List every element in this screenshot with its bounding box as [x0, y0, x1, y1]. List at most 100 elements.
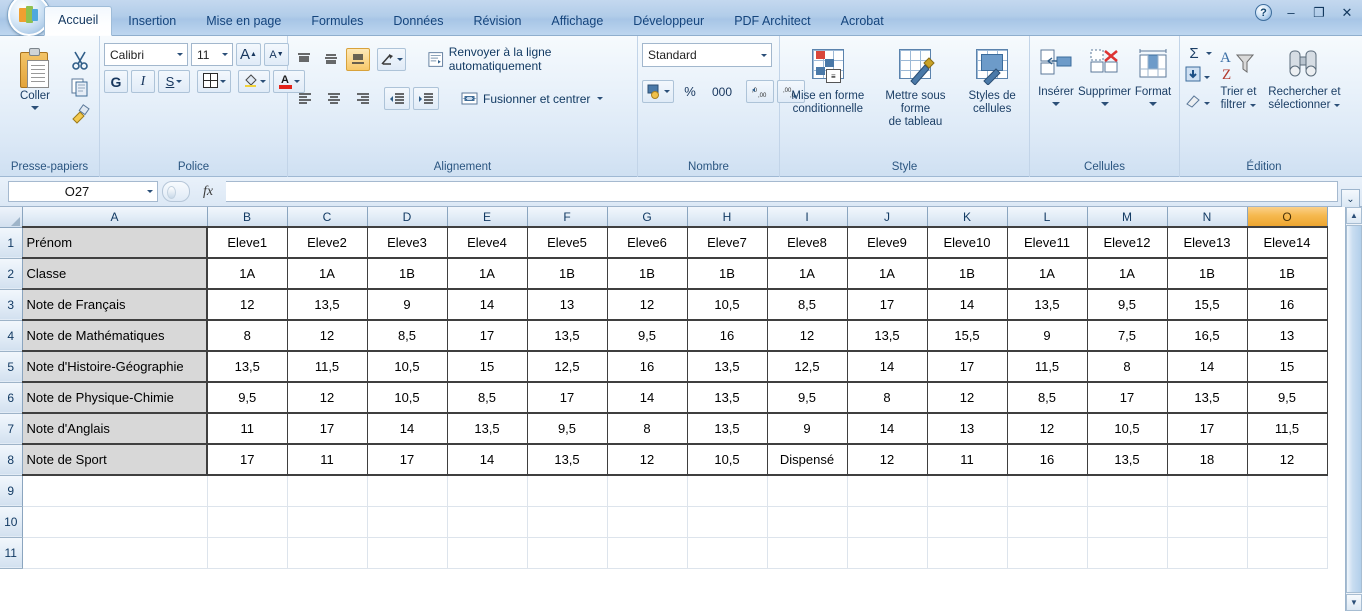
- data-cell[interactable]: Eleve5: [526, 226, 608, 259]
- data-cell[interactable]: 9: [1006, 320, 1088, 352]
- data-cell[interactable]: 13,5: [206, 351, 288, 383]
- data-cell[interactable]: 17: [446, 320, 528, 352]
- data-cell[interactable]: 14: [446, 444, 528, 476]
- data-cell[interactable]: 1A: [446, 258, 528, 290]
- data-cell[interactable]: [207, 537, 288, 569]
- borders-button[interactable]: [197, 70, 231, 93]
- row-header-8[interactable]: 8: [0, 444, 23, 476]
- data-cell[interactable]: 8,5: [1006, 382, 1088, 414]
- tab-accueil[interactable]: Accueil: [44, 6, 113, 36]
- row-header-3[interactable]: 3: [0, 289, 23, 321]
- col-header-O[interactable]: O: [1247, 207, 1328, 228]
- row-label-cell[interactable]: Note d'Histoire-Géographie: [22, 351, 208, 383]
- data-cell[interactable]: Eleve14: [1246, 226, 1328, 259]
- row-label-cell[interactable]: Note d'Anglais: [22, 413, 208, 445]
- increase-indent-button[interactable]: [413, 87, 439, 110]
- formula-input[interactable]: [226, 181, 1338, 202]
- font-size-combo[interactable]: 11: [191, 43, 233, 66]
- row-label-cell[interactable]: Note de Physique-Chimie: [22, 382, 208, 414]
- data-cell[interactable]: 13,5: [1166, 382, 1248, 414]
- data-cell[interactable]: 12: [286, 320, 368, 352]
- data-cell[interactable]: 9,5: [1086, 289, 1168, 321]
- tab-formules[interactable]: Formules: [297, 7, 377, 36]
- delete-cells-caret-icon[interactable]: [1100, 102, 1109, 106]
- data-cell[interactable]: 13,5: [526, 320, 608, 352]
- data-cell[interactable]: [527, 475, 608, 507]
- col-header-C[interactable]: C: [287, 207, 368, 228]
- data-cell[interactable]: [447, 475, 528, 507]
- data-cell[interactable]: 9,5: [206, 382, 288, 414]
- data-cell[interactable]: 8: [846, 382, 928, 414]
- data-cell[interactable]: 14: [846, 351, 928, 383]
- data-cell[interactable]: 1A: [1086, 258, 1168, 290]
- data-cell[interactable]: Eleve8: [766, 226, 848, 259]
- col-header-L[interactable]: L: [1007, 207, 1088, 228]
- data-cell[interactable]: [287, 475, 368, 507]
- data-cell[interactable]: 17: [286, 413, 368, 445]
- bold-button[interactable]: G: [104, 70, 128, 93]
- data-cell[interactable]: 12: [206, 289, 288, 321]
- data-cell[interactable]: 1A: [286, 258, 368, 290]
- format-as-table-button[interactable]: Mettre sous forme de tableau: [872, 43, 960, 129]
- data-cell[interactable]: [847, 506, 928, 538]
- scroll-thumb[interactable]: [1346, 225, 1362, 593]
- data-cell[interactable]: 17: [526, 382, 608, 414]
- data-cell[interactable]: 13,5: [846, 320, 928, 352]
- data-cell[interactable]: 9,5: [766, 382, 848, 414]
- align-middle-button[interactable]: [319, 48, 343, 71]
- data-cell[interactable]: 16: [1006, 444, 1088, 476]
- data-cell[interactable]: Eleve11: [1006, 226, 1088, 259]
- data-cell[interactable]: 11: [286, 444, 368, 476]
- data-cell[interactable]: Eleve2: [286, 226, 368, 259]
- data-cell[interactable]: 7,5: [1086, 320, 1168, 352]
- data-cell[interactable]: 16,5: [1166, 320, 1248, 352]
- data-cell[interactable]: 12,5: [526, 351, 608, 383]
- data-cell[interactable]: Eleve6: [606, 226, 688, 259]
- data-cell[interactable]: 12: [1006, 413, 1088, 445]
- data-cell[interactable]: [22, 475, 208, 507]
- row-header-2[interactable]: 2: [0, 258, 23, 290]
- data-cell[interactable]: 14: [446, 289, 528, 321]
- data-cell[interactable]: 9,5: [606, 320, 688, 352]
- data-cell[interactable]: [1247, 506, 1328, 538]
- data-cell[interactable]: 11,5: [1006, 351, 1088, 383]
- data-cell[interactable]: 11: [206, 413, 288, 445]
- insert-cells-button[interactable]: Insérer: [1034, 43, 1078, 106]
- data-cell[interactable]: 12: [286, 382, 368, 414]
- data-cell[interactable]: 14: [1166, 351, 1248, 383]
- data-cell[interactable]: 1B: [1166, 258, 1248, 290]
- data-cell[interactable]: 8: [606, 413, 688, 445]
- data-cell[interactable]: Eleve10: [926, 226, 1008, 259]
- data-cell[interactable]: 9: [766, 413, 848, 445]
- data-cell[interactable]: Eleve3: [366, 226, 448, 259]
- data-cell[interactable]: 17: [206, 444, 288, 476]
- format-cells-button[interactable]: Format: [1131, 43, 1175, 106]
- row-label-cell[interactable]: Prénom: [22, 226, 208, 259]
- data-cell[interactable]: [1247, 537, 1328, 569]
- row-header-5[interactable]: 5: [0, 351, 23, 383]
- data-cell[interactable]: 12: [606, 289, 688, 321]
- scroll-down-button[interactable]: ▼: [1346, 594, 1362, 611]
- data-cell[interactable]: [607, 506, 688, 538]
- data-cell[interactable]: [367, 537, 448, 569]
- data-cell[interactable]: [767, 475, 848, 507]
- data-cell[interactable]: 11: [926, 444, 1008, 476]
- data-cell[interactable]: 1A: [846, 258, 928, 290]
- help-icon[interactable]: ?: [1255, 4, 1272, 21]
- align-left-button[interactable]: [292, 87, 318, 110]
- data-cell[interactable]: Eleve12: [1086, 226, 1168, 259]
- row-header-9[interactable]: 9: [0, 475, 23, 507]
- data-cell[interactable]: 17: [366, 444, 448, 476]
- col-header-J[interactable]: J: [847, 207, 928, 228]
- data-cell[interactable]: [1087, 537, 1168, 569]
- align-right-button[interactable]: [350, 87, 376, 110]
- tab-revision[interactable]: Révision: [459, 7, 535, 36]
- data-cell[interactable]: [607, 537, 688, 569]
- col-header-K[interactable]: K: [927, 207, 1008, 228]
- delete-cells-button[interactable]: Supprimer: [1078, 43, 1131, 106]
- tab-insertion[interactable]: Insertion: [114, 7, 190, 36]
- data-cell[interactable]: Dispensé: [766, 444, 848, 476]
- grow-font-button[interactable]: A ▲: [236, 43, 261, 66]
- data-cell[interactable]: 16: [686, 320, 768, 352]
- tab-affichage[interactable]: Affichage: [537, 7, 617, 36]
